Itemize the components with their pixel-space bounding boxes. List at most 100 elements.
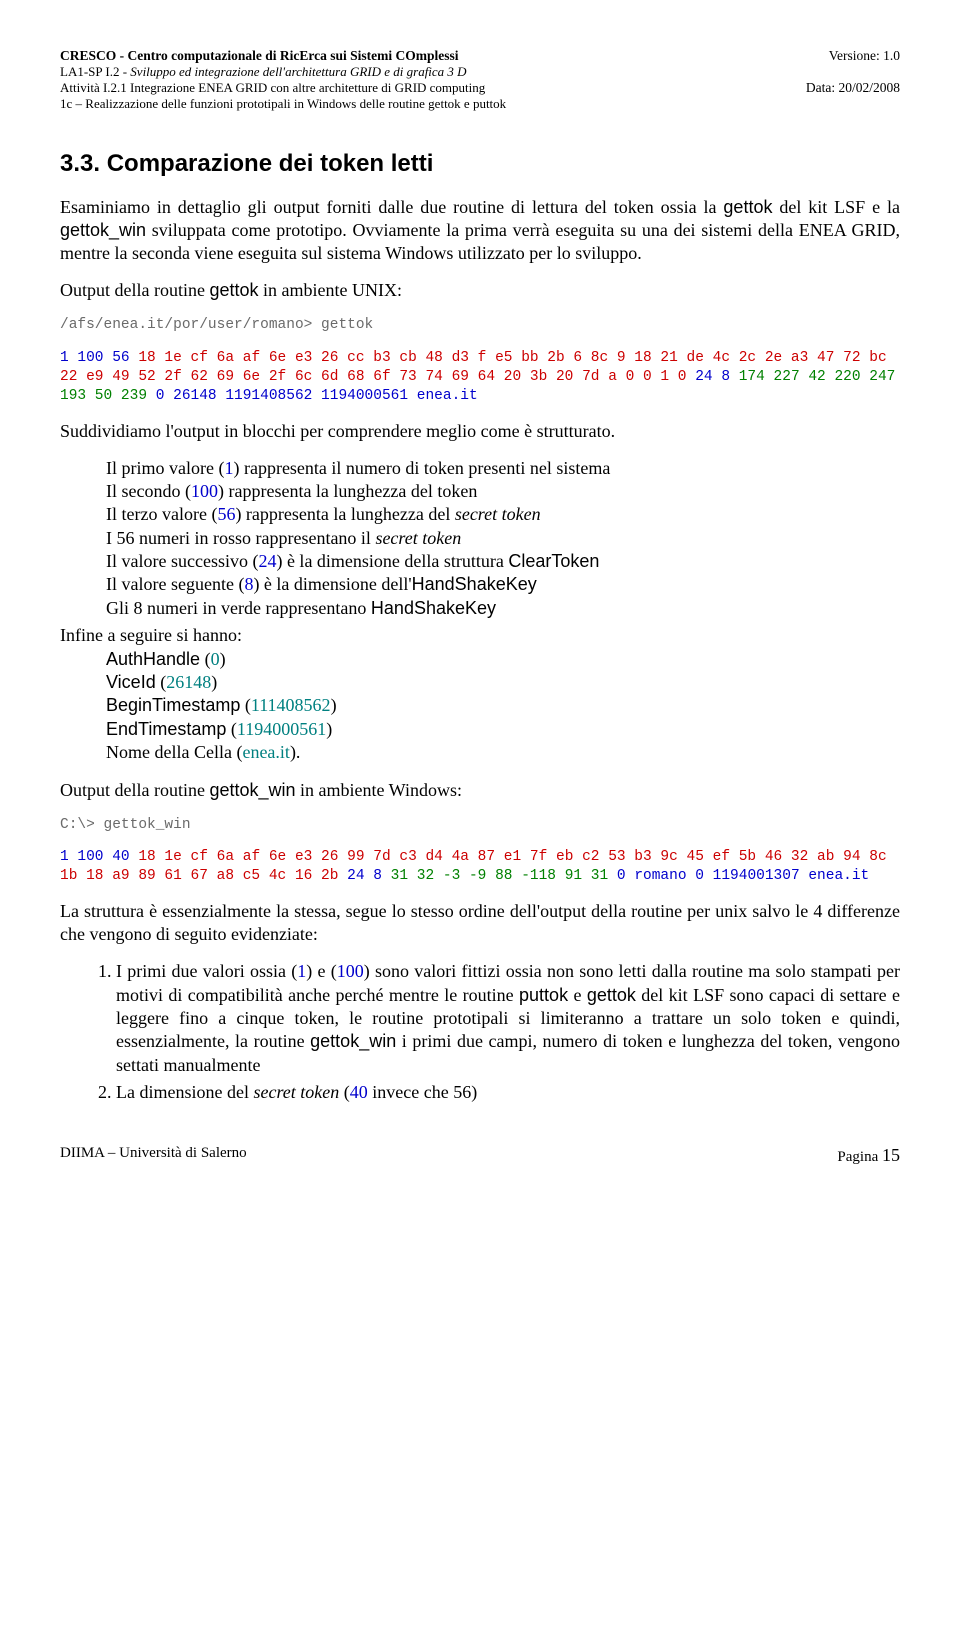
out2-mid: 24 8: [338, 868, 390, 884]
list-item: BeginTimestamp (111408562): [106, 694, 900, 717]
cmd-win-line: C:\> gettok_win: [60, 817, 191, 833]
gettok-token2: gettok: [209, 280, 258, 300]
para-intro: Esaminiamo in dettaglio gli output forni…: [60, 196, 900, 265]
li-text: Il terzo valore (: [106, 504, 217, 524]
li-text: I 56 numeri in rosso rappresentano il: [106, 528, 375, 548]
para-split: Suddividiamo l'output in blocchi per com…: [60, 420, 900, 443]
li-sans: ClearToken: [508, 551, 599, 571]
li-italic: secret token: [375, 528, 461, 548]
doc-footer: DIIMA – Università di Salerno Pagina 15: [60, 1145, 900, 1166]
li-text: ): [211, 672, 217, 692]
gettokwin-token2: gettok_win: [209, 780, 295, 800]
li-text: ) rappresenta la lunghezza del: [235, 504, 454, 524]
para-intro-a: Esaminiamo in dettaglio gli output forni…: [60, 197, 723, 217]
footer-page-label: Pagina: [837, 1149, 878, 1165]
para-intro-e: sviluppata come prototipo. Ovviamente la…: [60, 220, 900, 263]
li-text: ) rappresenta la lunghezza del token: [218, 481, 477, 501]
out1-nums: 1 100 56: [60, 350, 138, 366]
header-activity: Attività I.2.1 Integrazione ENEA GRID co…: [60, 80, 806, 96]
li-text: ) rappresenta il numero di token present…: [233, 458, 610, 478]
output-unix: 1 100 56 18 1e cf 6a af 6e e3 26 cc b3 c…: [60, 349, 900, 406]
out2-tail: 0 romano 0 1194001307 enea.it: [608, 868, 869, 884]
output-win: 1 100 40 18 1e cf 6a af 6e e3 26 99 7d c…: [60, 848, 900, 886]
list-item: Il secondo (100) rappresenta la lunghezz…: [106, 480, 900, 503]
li-text: invece che 56): [368, 1082, 477, 1102]
cmd-win: C:\> gettok_win: [60, 816, 900, 835]
li-text: La dimensione del: [116, 1082, 253, 1102]
li-num: 26148: [166, 672, 211, 692]
li-num: 40: [350, 1082, 368, 1102]
li-text: (: [339, 1082, 350, 1102]
li-italic: secret token: [455, 504, 541, 524]
infine-line: Infine a seguire si hanno:: [60, 624, 900, 647]
li-num: 100: [337, 961, 364, 981]
list-item: Il valore seguente (8) è la dimensione d…: [106, 573, 900, 596]
header-sub-italic: Sviluppo ed integrazione dell'architettu…: [130, 64, 466, 79]
li-num: 111408562: [251, 695, 331, 715]
li-text: I primi due valori ossia (: [116, 961, 297, 981]
footer-right: Pagina 15: [837, 1145, 900, 1166]
footer-left: DIIMA – Università di Salerno: [60, 1145, 247, 1166]
li-sans: gettok_win: [310, 1031, 396, 1051]
cmd-unix: /afs/enea.it/por/user/romano> gettok: [60, 316, 900, 335]
li-num: 56: [217, 504, 235, 524]
list-item: I 56 numeri in rosso rappresentano il se…: [106, 527, 900, 550]
list-item: Il primo valore (1) rappresenta il numer…: [106, 457, 900, 480]
li-num: 24: [258, 551, 276, 571]
list-item: La dimensione del secret token (40 invec…: [116, 1081, 900, 1104]
header-right: Versione: 1.0 Data: 20/02/2008: [806, 48, 900, 112]
li-num: 0: [211, 649, 220, 669]
li-num: 1194000561: [237, 719, 326, 739]
numbered-list: I primi due valori ossia (1) e (100) son…: [60, 960, 900, 1104]
section-title: 3.3. Comparazione dei token letti: [60, 150, 900, 178]
header-version: Versione: 1.0: [806, 48, 900, 64]
out2-nums: 1 100 40: [60, 849, 138, 865]
para-out-unix-a: Output della routine: [60, 280, 209, 300]
gettok-token: gettok: [723, 197, 772, 217]
list-item: Nome della Cella (enea.it).: [106, 741, 900, 764]
li-sans: BeginTimestamp: [106, 695, 240, 715]
li-text: (: [156, 672, 167, 692]
list-item: Il terzo valore (56) rappresenta la lung…: [106, 503, 900, 526]
li-text: ): [326, 719, 332, 739]
li-sans: EndTimestamp: [106, 719, 226, 739]
li-num: 100: [191, 481, 218, 501]
li-sans: HandShakeKey: [412, 574, 537, 594]
li-text: (: [226, 719, 237, 739]
bullet-list-2: AuthHandle (0) ViceId (26148) BeginTimes…: [106, 648, 900, 765]
para-out-unix: Output della routine gettok in ambiente …: [60, 279, 900, 302]
li-text: ).: [290, 742, 301, 762]
out2-hsk: 31 32 -3 -9 88 -118 91 31: [391, 868, 609, 884]
li-text: Il valore seguente (: [106, 574, 244, 594]
para-out-win: Output della routine gettok_win in ambie…: [60, 779, 900, 802]
header-left: CRESCO - Centro computazionale di RicErc…: [60, 48, 806, 112]
header-desc: 1c – Realizzazione delle funzioni protot…: [60, 96, 806, 112]
li-text: Il secondo (: [106, 481, 191, 501]
li-sans: AuthHandle: [106, 649, 200, 669]
li-italic: secret token: [253, 1082, 339, 1102]
li-text: ) è la dimensione della struttura: [276, 551, 508, 571]
li-text: Il valore successivo (: [106, 551, 258, 571]
li-num: enea.it: [242, 742, 289, 762]
li-sans: ViceId: [106, 672, 156, 692]
li-text: (: [200, 649, 211, 669]
para-diff: La struttura è essenzialmente la stessa,…: [60, 900, 900, 946]
li-text: Nome della Cella (: [106, 742, 242, 762]
li-text: ): [220, 649, 226, 669]
gettokwin-token: gettok_win: [60, 220, 146, 240]
para-intro-c: del kit LSF e la: [772, 197, 900, 217]
para-out-win-c: in ambiente Windows:: [296, 780, 462, 800]
li-sans: HandShakeKey: [371, 598, 496, 618]
header-date: Data: 20/02/2008: [806, 80, 900, 96]
li-sans: gettok: [587, 985, 636, 1005]
list-item: Gli 8 numeri in verde rappresentano Hand…: [106, 597, 900, 620]
header-title: CRESCO - Centro computazionale di RicErc…: [60, 48, 806, 64]
bullet-list: Il primo valore (1) rappresenta il numer…: [106, 457, 900, 621]
footer-page-num: 15: [882, 1145, 900, 1165]
out1-mid: 24 8: [687, 369, 739, 385]
li-text: ) e (: [306, 961, 337, 981]
li-text: (: [240, 695, 251, 715]
list-item: EndTimestamp (1194000561): [106, 718, 900, 741]
li-text: ) è la dimensione dell': [253, 574, 411, 594]
out1-tail: 0 26148 1191408562 1194000561 enea.it: [147, 388, 478, 404]
